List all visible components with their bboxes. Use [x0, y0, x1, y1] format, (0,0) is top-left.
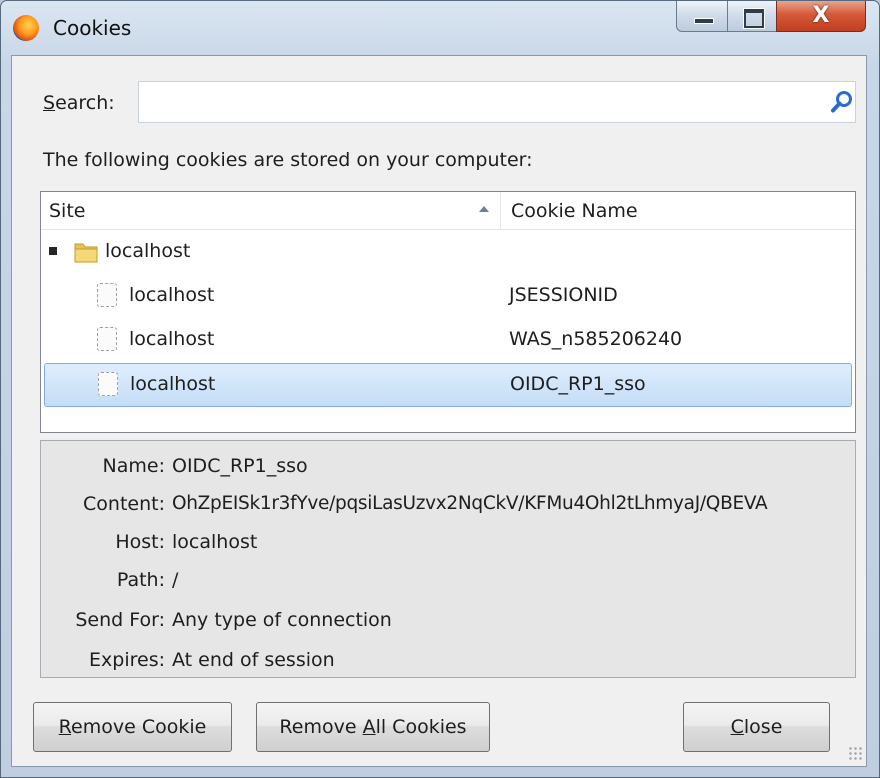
remove-cookie-button[interactable]: Remove Cookie	[33, 702, 232, 752]
close-label: lose	[743, 716, 783, 738]
detail-value: Any type of connection	[172, 609, 392, 631]
remove-cookie-accel: R	[58, 716, 72, 738]
cookie-details-panel: Name: OIDC_RP1_sso Content: OhZpEISk1r3f…	[40, 440, 856, 678]
detail-host: Host: localhost	[41, 531, 855, 569]
detail-label: Name:	[102, 455, 165, 477]
resize-grip[interactable]	[848, 746, 862, 760]
close-icon: X	[812, 3, 830, 28]
cookie-icon	[97, 283, 117, 307]
remove-all-label-pre: Remove	[279, 716, 363, 738]
group-site-label: localhost	[105, 240, 191, 262]
cookie-tree[interactable]: Site Cookie Name localhost localhost JSE	[40, 191, 856, 433]
maximize-icon	[744, 9, 764, 28]
detail-label: Path:	[116, 569, 165, 591]
dialog-body: Search: The following cookies are stored…	[11, 55, 867, 767]
cookie-icon	[97, 327, 117, 351]
detail-name: Name: OIDC_RP1_sso	[41, 455, 855, 493]
window-title: Cookies	[53, 16, 132, 40]
expanded-triangle-icon[interactable]	[49, 247, 57, 255]
detail-label: Send For:	[75, 609, 165, 631]
cookie-icon	[98, 372, 118, 396]
detail-send-for: Send For: Any type of connection	[41, 609, 855, 647]
search-icon[interactable]	[830, 90, 854, 114]
cookie-row[interactable]: localhost JSESSIONID	[41, 275, 855, 319]
detail-content: Content: OhZpEISk1r3fYve/pqsiLasUzvx2NqC…	[41, 493, 855, 531]
search-label-accel: S	[43, 92, 56, 114]
title-bar[interactable]: Cookies X	[1, 1, 879, 55]
cookie-row-name: JSESSIONID	[509, 284, 618, 306]
detail-value: OhZpEISk1r3fYve/pqsiLasUzvx2NqCkV/KFMu4O…	[172, 493, 768, 514]
close-accel: C	[730, 716, 744, 738]
column-cookie-name-label: Cookie Name	[511, 200, 638, 222]
search-label-text: earch:	[55, 92, 115, 114]
cookie-row-site: localhost	[130, 373, 216, 395]
minimize-button[interactable]	[676, 1, 728, 32]
close-button[interactable]: Close	[683, 702, 830, 752]
detail-expires: Expires: At end of session	[41, 649, 855, 677]
detail-label: Host:	[115, 531, 165, 553]
window-close-button[interactable]: X	[776, 1, 866, 32]
cookie-row-site: localhost	[129, 284, 215, 306]
folder-icon	[74, 243, 98, 263]
minimize-icon	[694, 18, 714, 24]
tree-group-row[interactable]: localhost	[41, 231, 855, 275]
remove-all-label: ll Cookies	[375, 716, 467, 738]
search-input[interactable]	[138, 81, 856, 123]
cookie-row-name: OIDC_RP1_sso	[510, 373, 646, 395]
cookie-row-name: WAS_n585206240	[509, 328, 683, 350]
cookies-description: The following cookies are stored on your…	[43, 149, 533, 171]
column-site-label: Site	[49, 200, 86, 222]
remove-all-accel: A	[362, 716, 376, 738]
column-header-site[interactable]: Site	[41, 192, 501, 229]
maximize-button[interactable]	[727, 1, 777, 32]
search-label: Search:	[43, 92, 115, 114]
cookie-row-selected[interactable]: localhost OIDC_RP1_sso	[44, 363, 852, 407]
remove-cookie-label: emove Cookie	[71, 716, 207, 738]
detail-value: /	[172, 569, 179, 591]
cookies-window: Cookies X Search: The following cookies …	[0, 0, 880, 778]
detail-label: Content:	[83, 493, 165, 515]
detail-value: OIDC_RP1_sso	[172, 455, 308, 477]
column-header-cookie-name[interactable]: Cookie Name	[503, 192, 855, 229]
sort-ascending-icon	[479, 206, 489, 212]
cookie-row-site: localhost	[129, 328, 215, 350]
cookie-row[interactable]: localhost WAS_n585206240	[41, 319, 855, 363]
detail-label: Expires:	[89, 649, 165, 671]
tree-header: Site Cookie Name	[41, 192, 855, 230]
detail-value: At end of session	[172, 649, 335, 671]
firefox-icon	[13, 15, 39, 41]
detail-path: Path: /	[41, 569, 855, 607]
detail-value: localhost	[172, 531, 258, 553]
remove-all-cookies-button[interactable]: Remove All Cookies	[256, 702, 490, 752]
